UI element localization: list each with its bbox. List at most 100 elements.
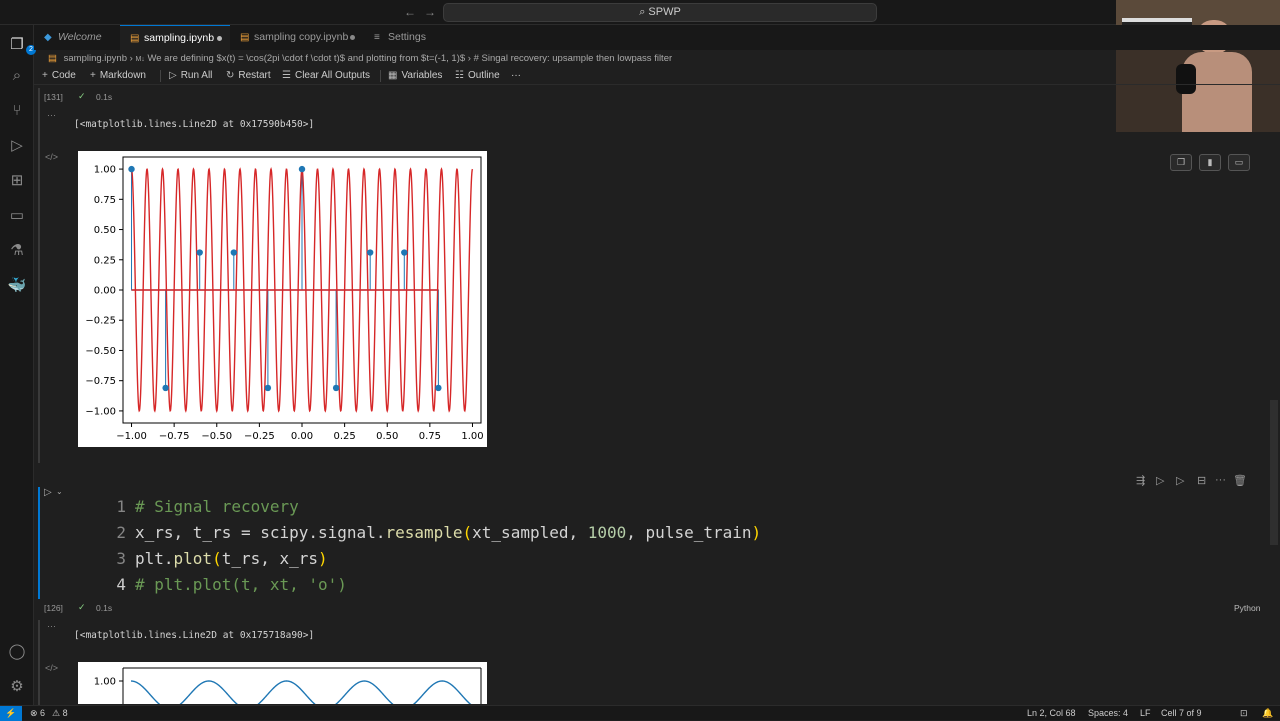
execution-count: [126] [44, 603, 63, 613]
x-tick-label: 0.75 [419, 431, 441, 442]
execution-time: 0.1s [96, 92, 113, 102]
run-debug-icon[interactable]: ▷ [7, 136, 27, 156]
breadcrumb-item-1[interactable]: We are defining $x(t) = \cos(2pi \cdot f… [147, 53, 465, 64]
y-tick-label: −0.75 [85, 376, 116, 387]
remote-indicator[interactable]: ⚡ [0, 706, 22, 721]
table-icon: ▦ [388, 70, 398, 81]
outline-button[interactable]: ☷ Outline [455, 67, 500, 85]
notebook-icon: ▤ [240, 32, 250, 43]
cell-focus-bar [38, 620, 40, 705]
account-icon[interactable]: ◯ [7, 642, 27, 662]
execution-time: 0.1s [96, 603, 113, 613]
y-tick-label: −0.25 [85, 316, 116, 327]
y-tick-label: 1.00 [94, 677, 116, 688]
y-tick-label: 0.25 [94, 255, 116, 266]
remote-explorer-icon[interactable]: ▭ [7, 206, 27, 226]
output-more-icon[interactable]: ··· [47, 110, 56, 120]
code-line[interactable]: plt.plot(t_rs, x_rs) [135, 549, 328, 568]
output-mime-icon[interactable]: </> [45, 663, 58, 673]
sample-point [401, 249, 408, 256]
layout-icon[interactable]: ⊡ [1240, 706, 1248, 720]
settings-gear-icon[interactable]: ⚙ [7, 677, 27, 697]
line-ending[interactable]: LF [1140, 706, 1151, 720]
restart-button[interactable]: ↻ Restart [226, 67, 271, 85]
tab-welcome[interactable]: ◆ Welcome [34, 25, 120, 50]
cell-indicator[interactable]: Cell 7 of 9 [1161, 706, 1202, 720]
docker-icon[interactable]: 🐳 [7, 276, 27, 296]
run-by-line-icon[interactable]: ⇶ [1136, 474, 1145, 487]
check-icon: ✓ [78, 602, 86, 612]
run-all-button[interactable]: ▷ Run All [169, 67, 212, 85]
tab-sampling-ipynb[interactable]: ▤ sampling.ipynb [120, 25, 230, 50]
sample-point [162, 384, 169, 392]
plus-icon: + [42, 70, 48, 81]
notebook-icon: ▤ [48, 53, 57, 64]
y-tick-label: −1.00 [85, 406, 116, 417]
remote-icon: ⚡ [5, 708, 17, 718]
errors-count[interactable]: ⊗ 6 [30, 706, 45, 720]
sample-point [264, 384, 272, 392]
forward-button[interactable]: → [424, 5, 436, 19]
line-number: 2 [116, 523, 126, 542]
sample-point [196, 249, 203, 256]
x-tick-label: −1.00 [116, 431, 147, 442]
source-control-icon[interactable]: ⑂ [7, 101, 27, 121]
status-bar: ⚡ ⊗ 6 ⚠ 8 Ln 2, Col 68 Spaces: 4 LF Cell… [0, 705, 1280, 721]
code-line[interactable]: # plt.plot(t, xt, 'o') [135, 575, 347, 594]
extensions-icon[interactable]: ⊞ [7, 171, 27, 191]
command-center-search[interactable]: ⌕ SPWP [443, 3, 877, 22]
split-cell-icon[interactable]: ⊟ [1197, 474, 1206, 487]
plot-output-2: 1.00 [78, 662, 487, 704]
tab-settings[interactable]: ≡ Settings [364, 25, 444, 50]
output-mime-icon[interactable]: </> [45, 152, 58, 162]
unsaved-dot-icon [217, 36, 222, 41]
copy-output-button[interactable]: ❐ [1170, 154, 1192, 171]
explorer-icon[interactable]: ❐ 2 [7, 35, 36, 55]
line-number: 4 [116, 575, 126, 594]
x-tick-label: −0.50 [201, 431, 232, 442]
save-output-button[interactable]: ▭ [1228, 154, 1250, 171]
add-markdown-button[interactable]: + Markdown [90, 67, 146, 85]
vertical-scrollbar[interactable] [1270, 400, 1278, 545]
cell-language[interactable]: Python [1234, 603, 1260, 613]
output-more-icon[interactable]: ··· [47, 621, 56, 631]
notebook-icon: ▤ [130, 33, 140, 44]
markdown-tag: M↓ [135, 56, 145, 63]
search-icon[interactable]: ⌕ [7, 66, 27, 86]
x-tick-label: −0.25 [244, 431, 275, 442]
output-text: [<matplotlib.lines.Line2D at 0x17590b450… [74, 119, 315, 130]
execute-above-icon[interactable]: ▷ [1156, 474, 1164, 487]
more-actions-button[interactable]: ··· [511, 67, 521, 85]
code-line[interactable]: x_rs, t_rs = scipy.signal.resample(xt_sa… [135, 523, 761, 542]
sample-point [230, 249, 238, 256]
breadcrumb-item-2[interactable]: # Singal recovery: upsample then lowpass… [474, 53, 673, 64]
sample-point [435, 384, 442, 392]
cell-focus-bar [38, 487, 40, 599]
run-cell-button[interactable]: ▷ [44, 487, 52, 498]
notifications-bell-icon[interactable]: 🔔 [1262, 706, 1273, 720]
clear-outputs-button[interactable]: ☰ Clear All Outputs [282, 67, 370, 85]
tab-sampling-copy[interactable]: ▤ sampling copy.ipynb [230, 25, 364, 50]
testing-icon[interactable]: ⚗ [7, 241, 27, 261]
cosine-sampling-chart: −1.00 −0.75 −0.50 −0.25 0.00 0.25 0.50 0.75 1.00… [85, 156, 484, 442]
activity-bar: ❐ 2 ⌕ ⑂ ▷ ⊞ ▭ ⚗ 🐳 ◯ ⚙ [0, 25, 36, 705]
indentation[interactable]: Spaces: 4 [1088, 706, 1128, 720]
back-button[interactable]: ← [404, 5, 416, 19]
cell-more-icon[interactable]: ··· [1215, 474, 1226, 486]
y-tick-label: 0.75 [94, 195, 116, 206]
add-code-button[interactable]: + Code [42, 67, 76, 85]
code-line[interactable]: # Signal recovery [135, 497, 299, 516]
breadcrumb-file[interactable]: sampling.ipynb [64, 53, 127, 64]
execute-below-icon[interactable]: ▷ [1176, 474, 1184, 487]
title-bar: ← → ⌕ SPWP [0, 0, 1280, 25]
cell-chevron-icon[interactable]: ⌄ [56, 487, 63, 496]
breadcrumb: ▤ sampling.ipynb › M↓ We are defining $x… [34, 50, 1280, 67]
delete-cell-icon[interactable]: 🗑 [1233, 474, 1247, 487]
plus-icon: + [90, 70, 96, 81]
warnings-count[interactable]: ⚠ 8 [52, 706, 68, 720]
cursor-position[interactable]: Ln 2, Col 68 [1027, 706, 1076, 720]
x-tick-label: 1.00 [461, 431, 483, 442]
cell-focus-bar [38, 88, 40, 463]
chart-view-button[interactable]: ▮ [1199, 154, 1221, 171]
variables-button[interactable]: ▦ Variables [388, 67, 442, 85]
